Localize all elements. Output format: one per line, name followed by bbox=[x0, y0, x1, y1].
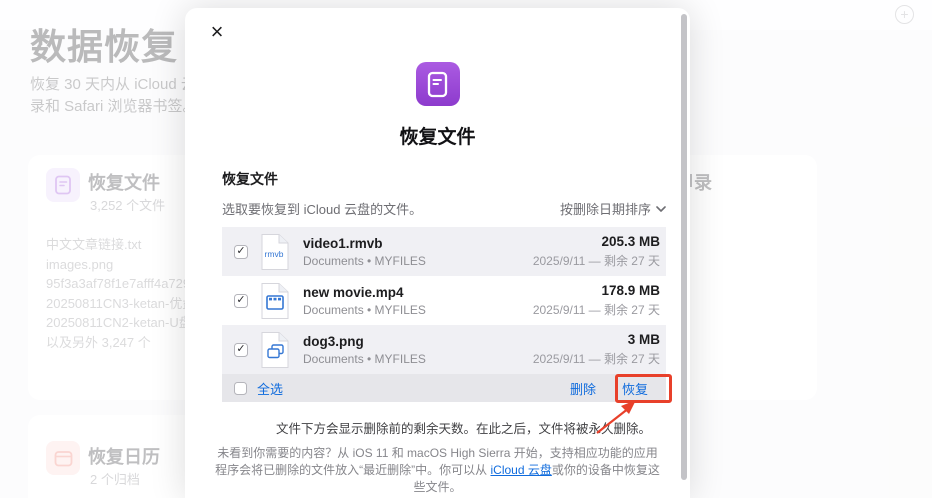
row-checkbox[interactable]: ✓ bbox=[234, 244, 248, 259]
remaining-days-caption: 文件下方会显示删除前的剩余天数。在此之后，文件将被永久删除。 bbox=[275, 422, 651, 436]
row-checkbox[interactable]: ✓ bbox=[234, 293, 248, 308]
sort-dropdown[interactable]: 按删除日期排序 bbox=[560, 199, 666, 218]
file-row-new-movie[interactable]: ✓ new movie.mp4 Documents • MYFILES 178.… bbox=[222, 276, 666, 325]
footnote: 未看到你需要的内容？从 iOS 11 和 macOS High Sierra 开… bbox=[215, 445, 660, 496]
chevron-down-icon bbox=[656, 205, 666, 212]
select-all-label[interactable]: 全选 bbox=[257, 379, 283, 398]
screen: 数据恢复 恢复 30 天内从 iCloud 云盘 录和 Safari 浏览器书签… bbox=[0, 0, 932, 498]
file-size: 3 MB bbox=[627, 332, 660, 347]
file-location: Documents • MYFILES bbox=[303, 351, 426, 366]
delete-button[interactable]: 删除 bbox=[570, 379, 596, 398]
rmvb-file-icon: rmvb bbox=[261, 233, 289, 270]
file-list: ✓ rmvb video1.rmvb Documents • MYFILES 2… bbox=[222, 227, 666, 402]
file-size: 178.9 MB bbox=[601, 283, 660, 298]
document-icon bbox=[427, 71, 448, 97]
restore-button[interactable]: 恢复 bbox=[622, 379, 648, 398]
sort-label: 按删除日期排序 bbox=[559, 202, 651, 217]
file-date-remaining: 2025/9/11 — 剩余 27 天 bbox=[532, 352, 660, 366]
svg-text:rmvb: rmvb bbox=[265, 249, 284, 259]
section-title: 恢复文件 bbox=[222, 171, 278, 187]
checkmark-icon: ✓ bbox=[236, 343, 246, 355]
file-location: Documents • MYFILES bbox=[303, 302, 426, 317]
file-row-dog3[interactable]: ✓ dog3.png Documents • MYFILES 3 MB 2025… bbox=[222, 325, 666, 374]
instruction-text: 选取要恢复到 iCloud 云盘的文件。 bbox=[222, 202, 423, 217]
select-all-checkbox[interactable] bbox=[234, 381, 247, 395]
icloud-drive-link[interactable]: iCloud 云盘 bbox=[490, 463, 551, 477]
file-name: dog3.png bbox=[303, 333, 364, 349]
close-icon[interactable]: × bbox=[205, 20, 229, 44]
file-row-video1[interactable]: ✓ rmvb video1.rmvb Documents • MYFILES 2… bbox=[222, 227, 666, 276]
recover-files-modal: × 恢复文件 恢复文件 选取要恢复到 iCloud 云盘的文件。 按删除日期排序… bbox=[185, 8, 690, 498]
file-name: video1.rmvb bbox=[303, 235, 383, 251]
file-date-remaining: 2025/9/11 — 剩余 27 天 bbox=[532, 254, 660, 268]
file-date-remaining: 2025/9/11 — 剩余 27 天 bbox=[532, 303, 660, 317]
movie-file-icon bbox=[261, 282, 289, 319]
recover-files-app-icon bbox=[415, 62, 460, 106]
checkmark-icon: ✓ bbox=[236, 294, 246, 306]
file-name: new movie.mp4 bbox=[303, 284, 404, 300]
modal-scrollbar-thumb[interactable] bbox=[681, 14, 687, 480]
list-footer-bar: 全选 删除 恢复 bbox=[222, 374, 666, 402]
file-location: Documents • MYFILES bbox=[303, 253, 426, 268]
images-file-icon bbox=[261, 331, 289, 368]
modal-title: 恢复文件 bbox=[399, 127, 476, 148]
checkmark-icon: ✓ bbox=[236, 245, 246, 257]
file-size: 205.3 MB bbox=[601, 234, 660, 249]
row-checkbox[interactable]: ✓ bbox=[234, 342, 248, 357]
